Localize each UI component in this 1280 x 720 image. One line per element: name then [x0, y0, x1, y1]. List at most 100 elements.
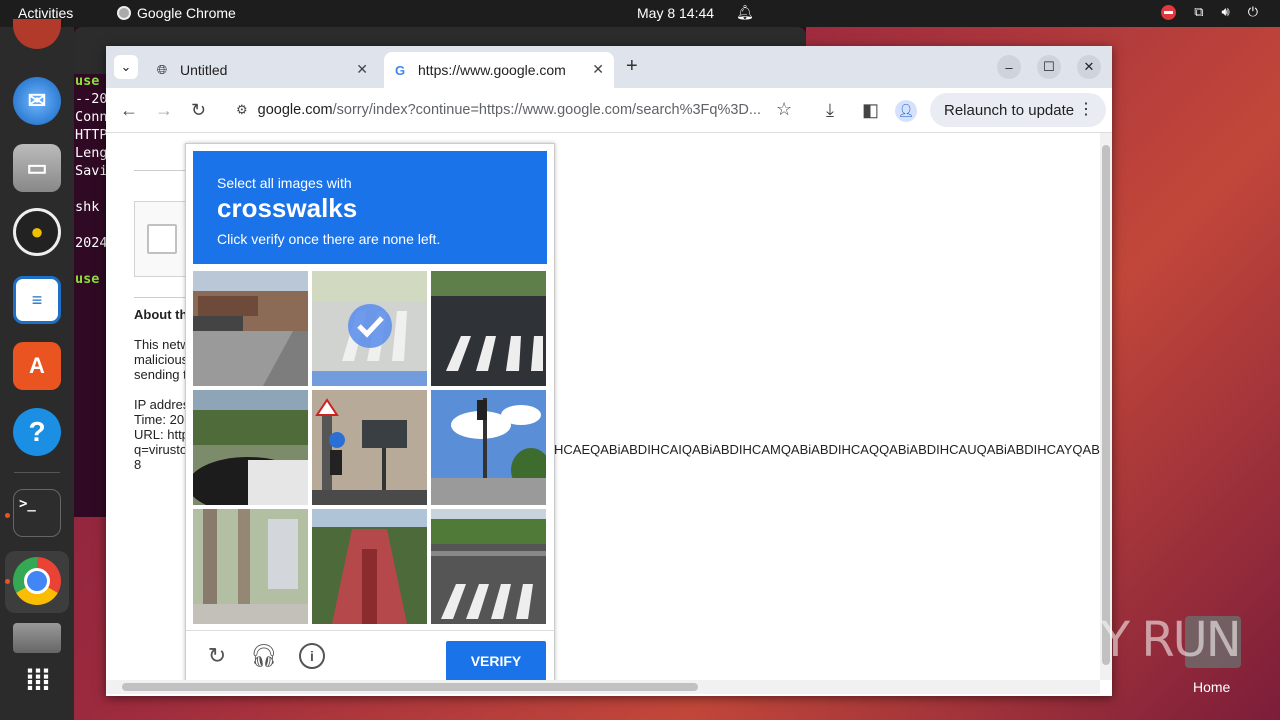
page-content: About th This netw malicious sending t I… [106, 133, 1100, 680]
dock-separator [14, 472, 60, 473]
files-icon[interactable]: ▭ [13, 144, 61, 192]
terminal-line: HTTP [75, 127, 108, 143]
text-line: malicious [134, 352, 189, 367]
captcha-tile-3[interactable] [431, 271, 546, 386]
about-paragraph: This netw malicious sending t [134, 337, 190, 382]
audio-challenge-icon[interactable]: 🎧︎ [250, 643, 278, 669]
reload-icon[interactable]: ↻ [191, 100, 206, 121]
volume-icon: 🔊︎ [1221, 4, 1230, 19]
about-heading: About th [134, 307, 188, 322]
tab-untitled[interactable]: 🌐︎ Untitled ✕ [146, 52, 378, 88]
captcha-tile-7[interactable] [193, 509, 308, 624]
network-icon: ⧉ [1194, 4, 1204, 19]
rhythmbox-icon[interactable]: ● [13, 208, 61, 256]
recaptcha-challenge: Select all images with crosswalks Click … [185, 143, 555, 680]
captcha-tile-2-selected[interactable] [312, 271, 427, 386]
running-indicator [5, 513, 10, 518]
url-line: URL: http [134, 427, 189, 442]
maximize-button[interactable]: ☐ [1037, 55, 1061, 79]
captcha-tile-8[interactable] [312, 509, 427, 624]
captcha-tile-6[interactable] [431, 390, 546, 505]
query-line-end: 8 [134, 457, 142, 472]
challenge-header: Select all images with crosswalks Click … [193, 151, 547, 264]
recaptcha-checkbox[interactable] [147, 224, 177, 254]
tab-title: Untitled [180, 62, 228, 78]
side-panel-icon[interactable]: ◧ [862, 100, 879, 121]
close-window-button[interactable]: ✕ [1077, 55, 1101, 79]
scroll-thumb[interactable] [1102, 145, 1110, 665]
text-line: sending t [134, 367, 187, 382]
relaunch-button[interactable]: Relaunch to update ⋮ [930, 93, 1106, 127]
help-icon[interactable]: ? [13, 408, 61, 456]
kebab-menu-icon[interactable]: ⋮ [1078, 99, 1094, 119]
top-bar: Activities Google Chrome May 8 14:44 🔔︎ … [0, 0, 1280, 27]
app-center-icon[interactable]: A [13, 342, 61, 390]
new-tab-button[interactable]: + [626, 55, 638, 78]
tab-google[interactable]: G https://www.google.com ✕ [384, 52, 614, 88]
tab-strip: ⌄ 🌐︎ Untitled ✕ G https://www.google.com… [106, 46, 1112, 88]
dock-app-partial[interactable] [13, 19, 61, 49]
request-details: IP addres Time: 20 URL: http q=virusto 8 [134, 397, 189, 472]
text-line: This netw [134, 337, 190, 352]
drive-icon[interactable] [13, 623, 61, 653]
scroll-thumb[interactable] [122, 683, 698, 691]
chrome-window[interactable]: ⌄ 🌐︎ Untitled ✕ G https://www.google.com… [106, 46, 1112, 696]
bookmark-star-icon[interactable]: ☆ [776, 99, 792, 120]
back-icon[interactable]: ← [120, 100, 138, 121]
dock: ✉ ▭ ● ≡ A ? >_ ⁞⁞⁞ [0, 19, 74, 720]
terminal-icon[interactable]: >_ [13, 489, 61, 537]
bell-icon: 🔔︎ [736, 4, 754, 20]
relaunch-label: Relaunch to update [944, 101, 1075, 119]
horizontal-scrollbar[interactable] [106, 680, 1100, 694]
forward-icon[interactable]: → [155, 100, 173, 121]
captcha-tile-1[interactable] [193, 271, 308, 386]
terminal-line: Leng [75, 145, 108, 161]
download-icon[interactable]: ⤓ [826, 100, 834, 121]
url-path: /sorry/index?continue=https://www.google… [332, 102, 761, 118]
terminal-line: Savi [75, 163, 108, 179]
time-line: Time: 20 [134, 412, 185, 427]
ip-line: IP addres [134, 397, 190, 412]
address-bar[interactable]: ⚙ google.com/sorry/index?continue=https:… [224, 93, 804, 127]
dnd-icon [1161, 4, 1177, 20]
power-icon: ⏻ [1247, 4, 1258, 19]
captcha-tile-9[interactable] [431, 509, 546, 624]
close-icon[interactable]: ✕ [356, 61, 368, 78]
captcha-tile-4[interactable] [193, 390, 308, 505]
reload-challenge-icon[interactable]: ↻ [204, 643, 230, 669]
verify-button[interactable]: VERIFY [446, 641, 546, 680]
clock[interactable]: May 8 14:44 [637, 5, 714, 21]
app-menu[interactable]: Google Chrome [117, 5, 236, 21]
challenge-instruction: Select all images with [217, 175, 352, 191]
terminal-line: use [75, 73, 100, 89]
running-indicator [5, 579, 10, 584]
anyrun-watermark: ANY RUN [1036, 612, 1242, 668]
terminal-line: --20 [75, 91, 108, 107]
info-icon[interactable]: i [299, 643, 325, 669]
system-tray[interactable]: ⧉ 🔊︎ ⏻ [1161, 4, 1258, 20]
tab-search-button[interactable]: ⌄ [114, 55, 138, 79]
home-label[interactable]: Home [1193, 679, 1230, 695]
close-icon[interactable]: ✕ [592, 61, 604, 78]
app-name: Google Chrome [137, 5, 236, 21]
show-apps-icon[interactable]: ⁞⁞⁞ [13, 657, 61, 705]
terminal-line: Conn [75, 109, 108, 125]
thunderbird-icon[interactable]: ✉ [13, 77, 61, 125]
site-info-icon[interactable]: ⚙ [236, 102, 248, 118]
toolbar: ← → ↻ ⚙ google.com/sorry/index?continue=… [106, 88, 1112, 133]
terminal-line: use [75, 271, 100, 287]
chrome-dock-icon[interactable] [13, 557, 61, 605]
tab-title: https://www.google.com [418, 62, 566, 78]
writer-icon[interactable]: ≡ [13, 276, 61, 324]
captcha-tile-5[interactable] [312, 390, 427, 505]
challenge-hint: Click verify once there are none left. [217, 231, 441, 247]
profile-avatar-icon[interactable]: 👤︎ [895, 100, 917, 122]
minimize-button[interactable]: – [997, 55, 1021, 79]
query-continuation: HCAEQABiABDIHCAIQABiABDIHCAMQABiABDIHCAQ… [554, 442, 1100, 457]
url-host: google.com [257, 102, 333, 118]
terminal-line: 2024 [75, 235, 108, 251]
query-line: q=virusto [134, 442, 188, 457]
challenge-footer: ↻ 🎧︎ i VERIFY [186, 630, 554, 680]
google-icon: G [394, 62, 406, 78]
vertical-scrollbar[interactable] [1100, 133, 1112, 680]
